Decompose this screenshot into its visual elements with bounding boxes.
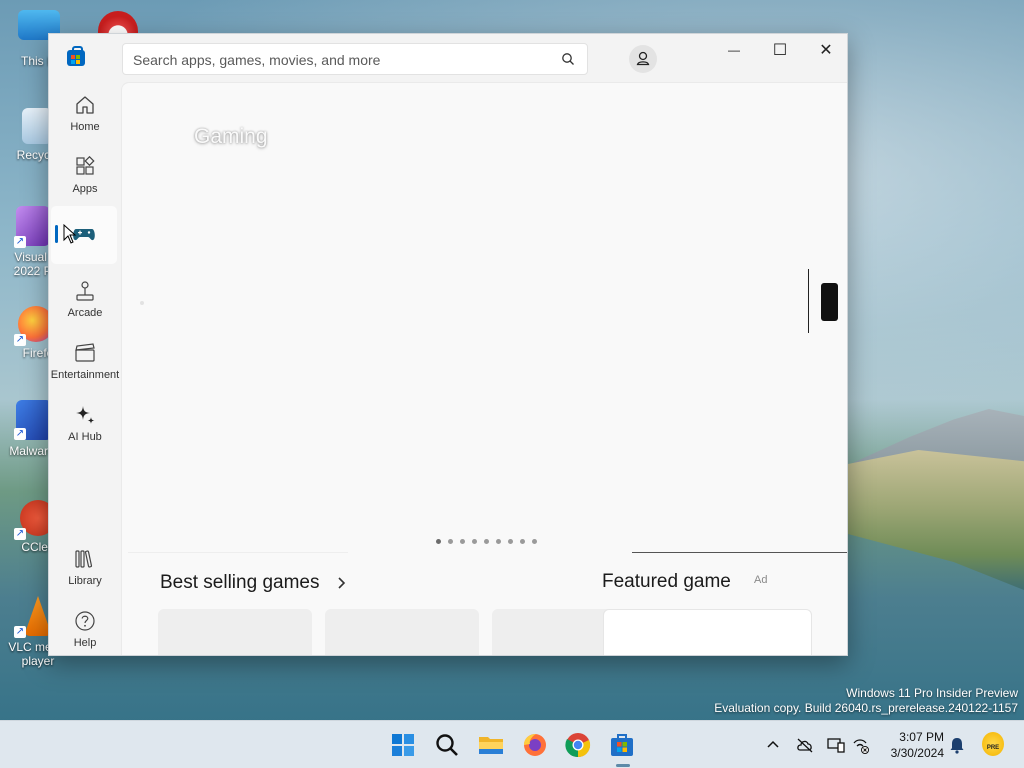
- taskbar: 3:07 PM 3/30/2024 PRE: [0, 720, 1024, 768]
- nav-label: Arcade: [67, 307, 103, 319]
- store-logo-icon: [67, 46, 85, 66]
- nav-item-apps[interactable]: Apps: [53, 144, 117, 202]
- pagination-dot[interactable]: [448, 539, 453, 544]
- minimize-icon: —: [728, 43, 740, 57]
- person-icon: [636, 51, 650, 66]
- pagination-dot[interactable]: [436, 539, 441, 544]
- account-button[interactable]: [629, 45, 657, 73]
- shortcut-arrow-icon: ↗: [14, 626, 26, 638]
- start-icon[interactable]: [389, 731, 417, 759]
- file-explorer-icon[interactable]: [477, 731, 505, 759]
- game-card[interactable]: [158, 609, 312, 655]
- library-icon: [75, 550, 93, 568]
- shortcut-arrow-icon: ↗: [14, 236, 26, 248]
- search-box[interactable]: [122, 43, 588, 75]
- pagination-dot[interactable]: [484, 539, 489, 544]
- shortcut-arrow-icon: ↗: [14, 334, 26, 346]
- nav-label: Entertainment: [50, 369, 120, 381]
- game-card[interactable]: [325, 609, 479, 655]
- best-selling-heading[interactable]: Best selling games: [160, 572, 319, 594]
- search-icon[interactable]: [433, 731, 461, 759]
- search-icon[interactable]: [561, 52, 575, 66]
- pagination-dot[interactable]: [532, 539, 537, 544]
- insider-badge[interactable]: PRE: [982, 732, 1004, 756]
- mouse-cursor-icon: [63, 224, 77, 244]
- watermark-line2: Evaluation copy. Build 26040.rs_prerelea…: [714, 701, 1018, 715]
- nav-label: Home: [70, 121, 100, 133]
- joystick-icon: [76, 281, 94, 301]
- pagination-dot[interactable]: [508, 539, 513, 544]
- nav-item-library[interactable]: Library: [53, 536, 117, 594]
- featured-game-title: Featured game: [602, 571, 731, 592]
- nav-item-gaming[interactable]: [51, 206, 117, 264]
- scrollbar-track[interactable]: [808, 269, 809, 333]
- help-icon: [75, 611, 95, 631]
- maximize-button[interactable]: ☐: [757, 34, 803, 66]
- nav-item-help[interactable]: Help: [53, 598, 117, 655]
- active-indicator: [55, 225, 58, 243]
- insider-badge-label: PRE: [986, 745, 1000, 751]
- chevron-right-icon[interactable]: [337, 576, 346, 590]
- scrollbar-thumb[interactable]: [821, 283, 838, 321]
- hero-faint-dot: [140, 301, 144, 305]
- home-icon: [76, 96, 94, 114]
- microsoft-store-window: — ☐ ✕ Home Apps Arcade Entertainment: [48, 33, 848, 656]
- display-icon[interactable]: [827, 736, 845, 754]
- wallpaper-marsh: [848, 450, 1024, 590]
- nav-label: AI Hub: [68, 431, 102, 443]
- cloud-offline-icon[interactable]: [796, 736, 814, 754]
- game-card[interactable]: [492, 609, 612, 655]
- active-app-indicator: [616, 764, 630, 767]
- nav-item-arcade[interactable]: Arcade: [53, 268, 117, 326]
- close-button[interactable]: ✕: [803, 34, 847, 66]
- minimize-button[interactable]: —: [711, 34, 757, 66]
- divider: [128, 552, 348, 553]
- close-icon: ✕: [819, 42, 833, 59]
- nav-item-home[interactable]: Home: [53, 82, 117, 140]
- pagination-dot[interactable]: [460, 539, 465, 544]
- store-icon[interactable]: [608, 731, 636, 759]
- nav-label: Library: [68, 575, 102, 587]
- clock-date: 3/30/2024: [890, 746, 944, 760]
- shortcut-arrow-icon: ↗: [14, 528, 26, 540]
- chevron-up-icon[interactable]: [764, 736, 782, 754]
- evaluation-watermark: Windows 11 Pro Insider Preview Evaluatio…: [714, 686, 1018, 716]
- nav-item-ai-hub[interactable]: AI Hub: [53, 392, 117, 450]
- title-bar[interactable]: — ☐ ✕: [49, 34, 847, 82]
- ad-badge: Ad: [754, 574, 768, 586]
- pagination-dot[interactable]: [520, 539, 525, 544]
- search-input[interactable]: [133, 50, 553, 70]
- clock-time: 3:07 PM: [899, 730, 944, 744]
- best-selling-title: Best selling games: [160, 572, 320, 593]
- nav-item-entertainment[interactable]: Entertainment: [49, 330, 121, 388]
- nav-label: Help: [73, 637, 97, 649]
- clapperboard-icon: [75, 343, 95, 362]
- system-clock[interactable]: 3:07 PM 3/30/2024: [866, 729, 944, 761]
- chrome-icon[interactable]: [564, 731, 592, 759]
- nav-label: Apps: [72, 183, 98, 195]
- pagination-dot[interactable]: [496, 539, 501, 544]
- pagination-dot[interactable]: [472, 539, 477, 544]
- divider: [632, 552, 847, 553]
- apps-icon: [76, 156, 95, 175]
- sidebar-nav: Home Apps Arcade Entertainment AI Hub Li…: [49, 82, 121, 655]
- maximize-icon: ☐: [772, 42, 788, 59]
- featured-game-card[interactable]: [603, 609, 812, 655]
- watermark-line1: Windows 11 Pro Insider Preview: [846, 686, 1018, 700]
- shortcut-arrow-icon: ↗: [14, 428, 26, 440]
- hero-pagination[interactable]: [436, 539, 537, 544]
- firefox-icon[interactable]: [521, 731, 549, 759]
- main-content: Gaming Best selling games Featured game …: [121, 82, 847, 655]
- notification-bell-icon[interactable]: [948, 736, 966, 754]
- sparkle-icon: [76, 406, 95, 424]
- hero-title: Gaming: [194, 125, 268, 148]
